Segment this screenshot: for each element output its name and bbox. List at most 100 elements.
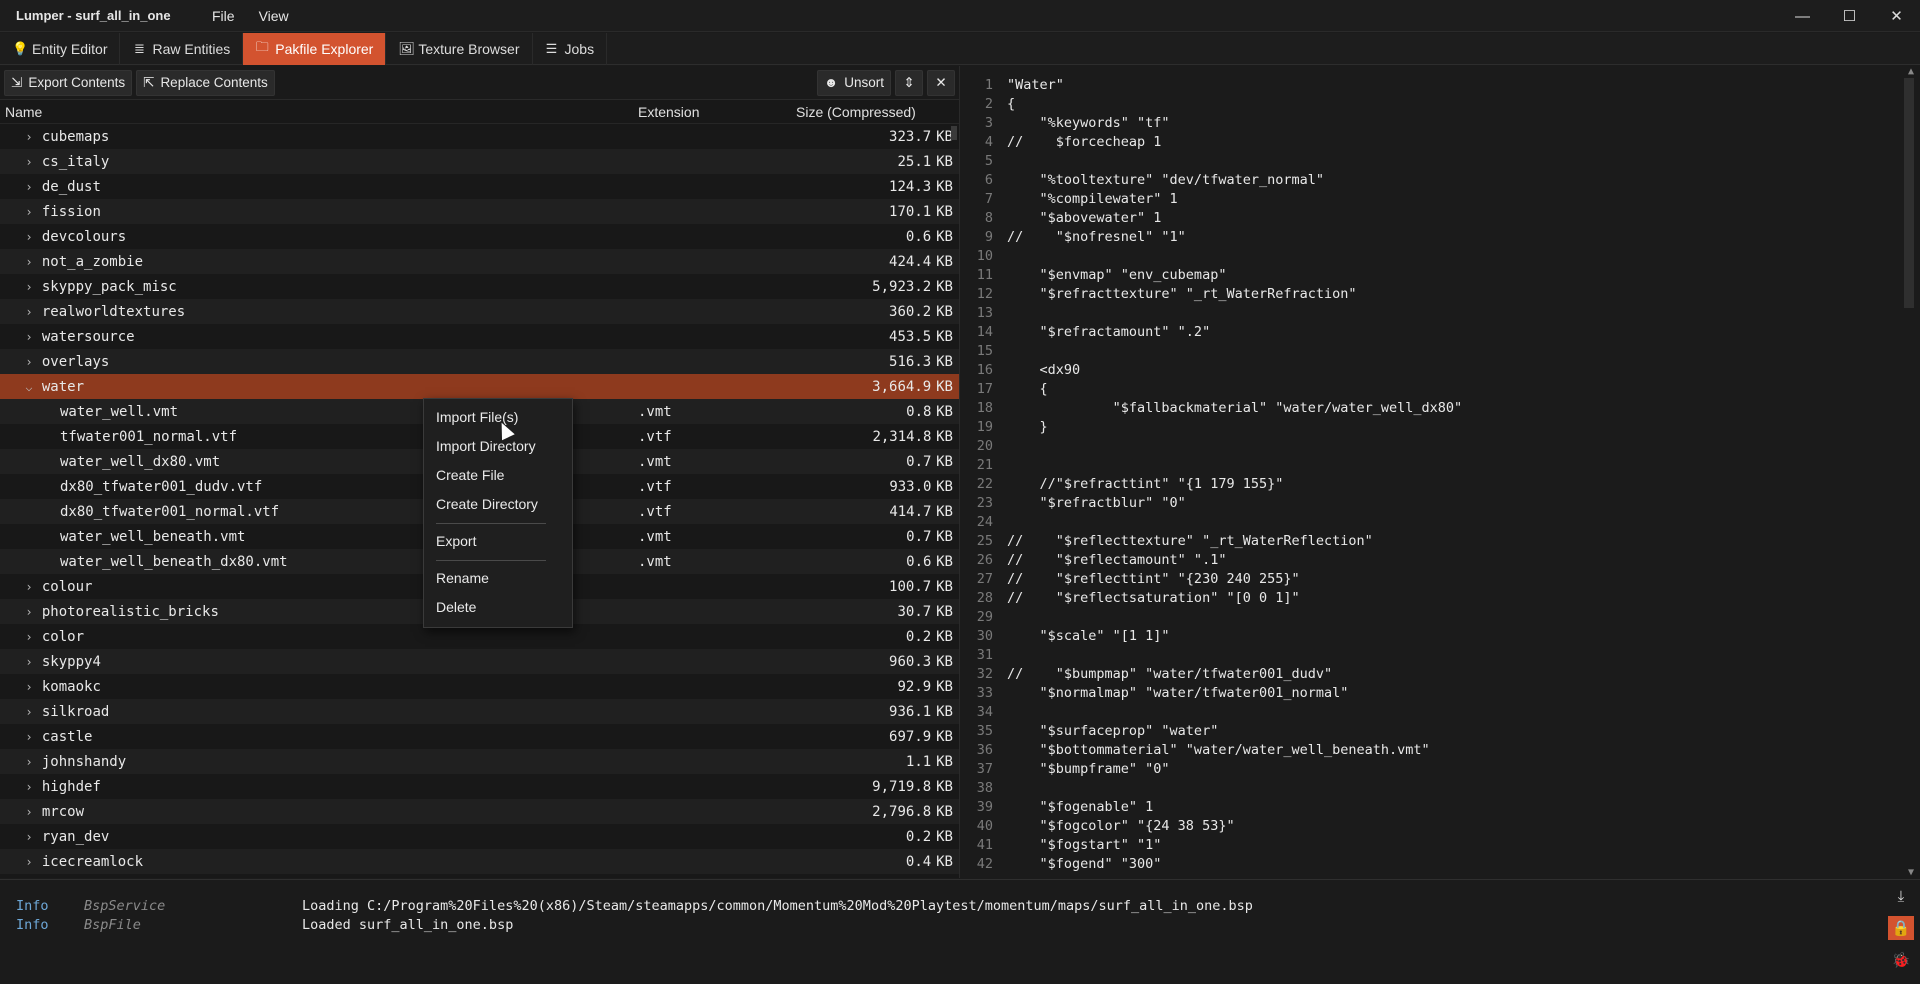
- folder-row[interactable]: › cs_italy 25.1 KB: [0, 149, 959, 174]
- scroll-down-icon[interactable]: ▼: [1908, 867, 1914, 878]
- folder-row[interactable]: › silkroad 936.1 KB: [0, 699, 959, 724]
- context-menu-rename[interactable]: Rename: [424, 564, 572, 593]
- folder-row[interactable]: › de_dust 124.3 KB: [0, 174, 959, 199]
- row-size-unit: KB: [936, 353, 953, 370]
- tab-raw-entities[interactable]: ≣ Raw Entities: [120, 33, 244, 65]
- folder-row[interactable]: › realworldtextures 360.2 KB: [0, 299, 959, 324]
- chevron-right-icon[interactable]: ›: [22, 605, 36, 619]
- chevron-right-icon[interactable]: ›: [22, 630, 36, 644]
- export-icon: ⇲: [11, 74, 23, 90]
- code-line: 27 // "$reflecttint" "{230 240 255}": [961, 570, 1891, 589]
- menu-view[interactable]: View: [247, 0, 301, 32]
- row-name: johnshandy: [41, 753, 127, 770]
- lock-icon[interactable]: 🔒: [1888, 916, 1914, 940]
- folder-row[interactable]: › mrcow 2,796.8 KB: [0, 799, 959, 824]
- chevron-right-icon[interactable]: ›: [22, 805, 36, 819]
- chevron-right-icon[interactable]: ›: [22, 130, 36, 144]
- folder-row[interactable]: › skyppy4 960.3 KB: [0, 649, 959, 674]
- row-size-unit: KB: [936, 478, 953, 495]
- tree-scrollbar[interactable]: [951, 126, 957, 140]
- row-size: 453.5: [889, 328, 932, 345]
- folder-row[interactable]: › overlays 516.3 KB: [0, 349, 959, 374]
- tab-jobs[interactable]: ☰ Jobs: [533, 33, 608, 65]
- context-menu-delete[interactable]: Delete: [424, 593, 572, 622]
- folder-row[interactable]: › watersource 453.5 KB: [0, 324, 959, 349]
- context-menu-export[interactable]: Export: [424, 527, 572, 556]
- chevron-right-icon[interactable]: ›: [22, 255, 36, 269]
- chevron-right-icon[interactable]: ›: [22, 755, 36, 769]
- tab-texture-browser[interactable]: 🖼 Texture Browser: [386, 33, 533, 65]
- row-name: de_dust: [41, 178, 101, 195]
- chevron-right-icon[interactable]: ›: [22, 780, 36, 794]
- replace-contents-button[interactable]: ⇱ Replace Contents: [136, 69, 275, 96]
- close-icon[interactable]: ✕: [1873, 0, 1920, 32]
- line-text: "%keywords" "tf": [1007, 115, 1170, 131]
- context-menu-create-file[interactable]: Create File: [424, 461, 572, 490]
- folder-row[interactable]: › highdef 9,719.8 KB: [0, 774, 959, 799]
- chevron-right-icon[interactable]: ›: [22, 730, 36, 744]
- chevron-right-icon[interactable]: ›: [22, 680, 36, 694]
- row-size-unit: KB: [936, 178, 953, 195]
- autoscroll-icon[interactable]: ⤓: [1888, 884, 1914, 908]
- expand-all-button[interactable]: ⇕: [895, 69, 923, 96]
- folder-row[interactable]: › ryan_dev 0.2 KB: [0, 824, 959, 849]
- chevron-right-icon[interactable]: ›: [22, 655, 36, 669]
- row-name: cubemaps: [41, 128, 110, 145]
- row-name: cs_italy: [41, 153, 110, 170]
- folder-row[interactable]: › skyppy_pack_misc 5,923.2 KB: [0, 274, 959, 299]
- chevron-right-icon[interactable]: ›: [22, 280, 36, 294]
- tab-pakfile-explorer[interactable]: 🗀 Pakfile Explorer: [243, 33, 387, 65]
- folder-icon: 🗀: [255, 39, 269, 54]
- context-menu-import-directory[interactable]: Import Directory: [424, 432, 572, 461]
- chevron-down-icon[interactable]: ⌵: [22, 380, 36, 394]
- context-menu-create-directory[interactable]: Create Directory: [424, 490, 572, 519]
- chevron-right-icon[interactable]: ›: [22, 855, 36, 869]
- chevron-right-icon[interactable]: ›: [22, 180, 36, 194]
- folder-row[interactable]: › johnshandy 1.1 KB: [0, 749, 959, 774]
- folder-row[interactable]: › not_a_zombie 424.4 KB: [0, 249, 959, 274]
- text-editor[interactable]: ▲ ▼ 1 "Water" 2{3 "%keywords" "tf" 4// $for…: [961, 66, 1920, 878]
- log-level: Info: [16, 917, 49, 933]
- column-size[interactable]: Size (Compressed): [796, 104, 956, 120]
- column-name[interactable]: Name: [0, 104, 638, 120]
- code-line: 9 // "$nofresnel" "1": [961, 228, 1891, 247]
- folder-row[interactable]: › cubemaps 323.7 KB: [0, 124, 959, 149]
- scroll-up-icon[interactable]: ▲: [1908, 66, 1914, 77]
- tab-entity-editor[interactable]: 💡 Entity Editor: [0, 33, 121, 65]
- row-size-unit: KB: [936, 203, 953, 220]
- code-line: 16 <dx90: [961, 361, 1891, 380]
- chevron-right-icon[interactable]: ›: [22, 155, 36, 169]
- chevron-right-icon[interactable]: ›: [22, 355, 36, 369]
- editor-scrollbar[interactable]: [1904, 78, 1914, 308]
- column-extension[interactable]: Extension: [638, 104, 796, 120]
- chevron-right-icon[interactable]: ›: [22, 830, 36, 844]
- log-entry: Info BspService Loading C:/Program%20Files…: [16, 897, 1253, 916]
- code-line: 15: [961, 342, 1891, 361]
- tab-label: Raw Entities: [152, 41, 231, 57]
- folder-row[interactable]: ⌵ water 3,664.9 KB: [0, 374, 959, 399]
- collapse-all-button[interactable]: ✕: [927, 69, 955, 96]
- row-name: skyppy4: [41, 653, 101, 670]
- unsort-button[interactable]: ☻ Unsort: [817, 69, 891, 96]
- line-number: 28: [976, 590, 993, 606]
- chevron-right-icon[interactable]: ›: [22, 205, 36, 219]
- row-size-unit: KB: [936, 703, 953, 720]
- folder-row[interactable]: › fission 170.1 KB: [0, 199, 959, 224]
- row-size-unit: KB: [936, 778, 953, 795]
- code-line: 24: [961, 513, 1891, 532]
- folder-row[interactable]: › castle 697.9 KB: [0, 724, 959, 749]
- maximize-icon[interactable]: ☐: [1826, 0, 1873, 32]
- log-panel: ⤓ 🔒 🐞 Info BspService Loading C:/Program%2…: [0, 879, 1920, 984]
- folder-row[interactable]: › icecreamlock 0.4 KB: [0, 849, 959, 874]
- bug-icon[interactable]: 🐞: [1888, 948, 1914, 972]
- export-contents-button[interactable]: ⇲ Export Contents: [4, 69, 133, 96]
- menu-file[interactable]: File: [200, 0, 247, 32]
- folder-row[interactable]: › komaokc 92.9 KB: [0, 674, 959, 699]
- chevron-right-icon[interactable]: ›: [22, 705, 36, 719]
- folder-row[interactable]: › devcolours 0.6 KB: [0, 224, 959, 249]
- chevron-right-icon[interactable]: ›: [22, 230, 36, 244]
- chevron-right-icon[interactable]: ›: [22, 330, 36, 344]
- minimize-icon[interactable]: —: [1779, 0, 1826, 32]
- chevron-right-icon[interactable]: ›: [22, 305, 36, 319]
- chevron-right-icon[interactable]: ›: [22, 580, 36, 594]
